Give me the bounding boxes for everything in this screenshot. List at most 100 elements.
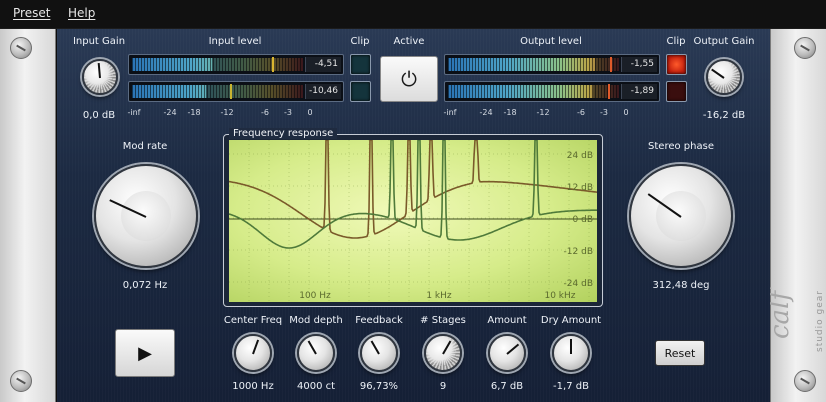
clip-in-label: Clip bbox=[350, 36, 370, 47]
graph-y-label: -24 dB bbox=[564, 279, 593, 289]
knob-value: 1000 Hz bbox=[232, 381, 274, 392]
menu-help[interactable]: Help bbox=[68, 6, 95, 20]
input-right-value: -10,46 bbox=[305, 84, 341, 99]
knob-indicator bbox=[570, 339, 572, 354]
meter-scale-tick: -18 bbox=[503, 108, 517, 117]
knob-indicator bbox=[97, 62, 101, 79]
meter-scale-tick: -12 bbox=[536, 108, 550, 117]
meter-unlit bbox=[205, 85, 303, 98]
input-meter-left: -4,51 bbox=[128, 54, 344, 75]
play-icon: ▶ bbox=[138, 342, 152, 364]
knob-value: 4000 ct bbox=[296, 381, 336, 392]
input-meter-right: -10,46 bbox=[128, 81, 344, 102]
knob-label: # Stages bbox=[420, 315, 466, 326]
meter-scale-tick: 0 bbox=[623, 108, 629, 117]
response-curve-left bbox=[228, 139, 598, 239]
knob-center-freq[interactable] bbox=[234, 334, 272, 372]
meter-bar bbox=[132, 57, 303, 72]
meter-bar bbox=[132, 84, 303, 99]
mod-rate-label: Mod rate bbox=[122, 141, 168, 152]
clip-in-right-led[interactable] bbox=[350, 81, 371, 102]
output-level-label: Output level bbox=[520, 36, 582, 47]
knob-indicator bbox=[307, 340, 317, 355]
knob-indicator bbox=[506, 343, 520, 355]
mod-rate-value: 0,072 Hz bbox=[122, 280, 168, 291]
play-button[interactable]: ▶ bbox=[115, 329, 175, 377]
meter-scale-tick: -18 bbox=[187, 108, 201, 117]
meter-scale-tick: -3 bbox=[600, 108, 608, 117]
graph-y-label: -12 dB bbox=[564, 247, 593, 257]
input-gain-value: 0,0 dB bbox=[82, 110, 116, 121]
clip-out-left-led[interactable] bbox=[666, 54, 687, 75]
menu-preset[interactable]: Preset bbox=[13, 6, 50, 20]
power-icon: ⏻ bbox=[401, 67, 417, 91]
active-power-button[interactable]: ⏻ bbox=[380, 56, 438, 102]
screw-icon bbox=[794, 37, 816, 59]
graph-title: Frequency response bbox=[229, 128, 338, 139]
meter-unlit bbox=[593, 85, 619, 98]
meter-bar bbox=[448, 84, 619, 99]
graph-x-label: 10 kHz bbox=[544, 291, 575, 301]
input-level-label: Input level bbox=[208, 36, 262, 47]
menu-bar: Preset Help bbox=[0, 0, 826, 29]
meter-scale-tick: -3 bbox=[284, 108, 292, 117]
plugin-panel: Input Gain 0,0 dB Input level -4,51 -10,… bbox=[57, 29, 770, 402]
graph-y-label: 24 dB bbox=[567, 151, 593, 161]
rack-ear-left bbox=[0, 29, 56, 402]
frequency-response-svg: 24 dB 12 dB 0 dB -12 dB -24 dB 100 Hz 1 kHz 10… bbox=[228, 139, 598, 302]
screw-icon bbox=[794, 370, 816, 392]
mod-rate-knob[interactable] bbox=[94, 164, 198, 268]
knob-value: 96,73% bbox=[359, 381, 399, 392]
response-curve-right bbox=[228, 139, 597, 249]
knob-value: -1,7 dB bbox=[553, 381, 589, 392]
meter-bar bbox=[448, 57, 619, 72]
knob-value: 6,7 dB bbox=[490, 381, 524, 392]
knob-label: Feedback bbox=[355, 315, 403, 326]
stereo-phase-knob[interactable] bbox=[629, 164, 733, 268]
input-gain-knob[interactable] bbox=[82, 59, 118, 95]
active-label: Active bbox=[393, 36, 425, 47]
clip-in-left-led[interactable] bbox=[350, 54, 371, 75]
knob-feedback[interactable] bbox=[360, 334, 398, 372]
knob-label: Dry Amount bbox=[540, 315, 602, 326]
knob-indicator bbox=[252, 339, 260, 355]
graph-y-label: 12 dB bbox=[567, 183, 593, 193]
stereo-phase-value: 312,48 deg bbox=[652, 280, 710, 291]
knob-dry-amount[interactable] bbox=[552, 334, 590, 372]
graph-x-label: 1 kHz bbox=[426, 291, 452, 301]
reset-button[interactable]: Reset bbox=[655, 340, 705, 366]
knob-label: Mod depth bbox=[289, 315, 343, 326]
knob-indicator bbox=[442, 340, 452, 355]
meter-scale-tick: -inf bbox=[443, 108, 457, 117]
knob-amount[interactable] bbox=[488, 334, 526, 372]
knob-stages[interactable] bbox=[424, 334, 462, 372]
input-gain-label: Input Gain bbox=[72, 36, 126, 47]
meter-scale-tick: -12 bbox=[220, 108, 234, 117]
knob-mod-depth[interactable] bbox=[297, 334, 335, 372]
meter-scale-tick: -24 bbox=[163, 108, 177, 117]
meter-peak bbox=[610, 57, 612, 72]
output-meter-left: -1,55 bbox=[444, 54, 660, 75]
stereo-phase-label: Stereo phase bbox=[648, 141, 714, 152]
graph-y-label: 0 dB bbox=[573, 215, 593, 225]
meter-peak bbox=[608, 84, 610, 99]
knob-indicator bbox=[711, 68, 725, 79]
clip-out-right-led[interactable] bbox=[666, 81, 687, 102]
meter-peak bbox=[272, 57, 274, 72]
brand-subtitle: studio gear bbox=[815, 290, 825, 352]
meter-scale-tick: -24 bbox=[479, 108, 493, 117]
knob-label: Amount bbox=[487, 315, 527, 326]
meter-peak bbox=[230, 84, 232, 99]
frequency-response-graph: 24 dB 12 dB 0 dB -12 dB -24 dB 100 Hz 1 kHz 10… bbox=[228, 139, 598, 302]
output-gain-value: -16,2 dB bbox=[702, 110, 746, 121]
output-gain-knob[interactable] bbox=[706, 59, 742, 95]
output-meter-right: -1,89 bbox=[444, 81, 660, 102]
clip-out-label: Clip bbox=[666, 36, 686, 47]
screw-icon bbox=[10, 37, 32, 59]
output-gain-label: Output Gain bbox=[693, 36, 755, 47]
input-left-value: -4,51 bbox=[305, 57, 341, 72]
knob-label: Center Freq bbox=[223, 315, 283, 326]
screw-icon bbox=[10, 370, 32, 392]
knob-value: 9 bbox=[439, 381, 447, 392]
graph-x-label: 100 Hz bbox=[299, 291, 331, 301]
